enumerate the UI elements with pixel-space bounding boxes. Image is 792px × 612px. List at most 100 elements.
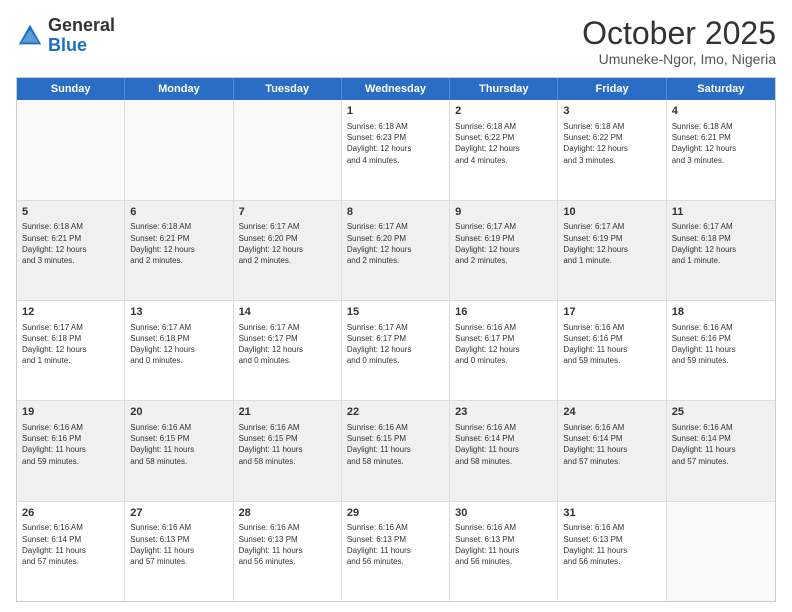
cell-text: Sunrise: 6:16 AM Sunset: 6:17 PM Dayligh… <box>455 322 552 367</box>
day-number: 4 <box>672 104 770 119</box>
cal-cell: 12Sunrise: 6:17 AM Sunset: 6:18 PM Dayli… <box>17 301 125 400</box>
cell-text: Sunrise: 6:16 AM Sunset: 6:13 PM Dayligh… <box>130 522 227 567</box>
calendar-week-4: 19 Sunrise: 6:16 AM Sunset: 6:16 PM Dayli… <box>17 401 775 501</box>
cell-text: Sunrise: 6:16 AM Sunset: 6:16 PM Dayligh… <box>672 322 770 367</box>
page: General Blue October 2025 Umuneke-Ngor, … <box>0 0 792 612</box>
day-number: 9 <box>455 205 552 220</box>
cal-cell: 6Sunrise: 6:18 AM Sunset: 6:21 PM Daylig… <box>125 201 233 300</box>
calendar: SundayMondayTuesdayWednesdayThursdayFrid… <box>16 77 776 602</box>
day-number: 6 <box>130 205 227 220</box>
day-number: 16 <box>455 305 552 320</box>
cell-text: Sunrise: 6:16 AM Sunset: 6:16 PM Dayligh… <box>22 422 119 467</box>
day-number: 3 <box>563 104 660 119</box>
cal-cell: 27Sunrise: 6:16 AM Sunset: 6:13 PM Dayli… <box>125 502 233 601</box>
cell-text: Sunrise: 6:16 AM Sunset: 6:15 PM Dayligh… <box>239 422 336 467</box>
cal-header-sunday: Sunday <box>17 78 125 100</box>
cal-cell: 19 Sunrise: 6:16 AM Sunset: 6:16 PM Dayli… <box>17 401 125 500</box>
cell-text: Sunrise: 6:17 AM Sunset: 6:20 PM Dayligh… <box>239 221 336 266</box>
cal-cell: 4Sunrise: 6:18 AM Sunset: 6:21 PM Daylig… <box>667 100 775 199</box>
cal-cell: 13Sunrise: 6:17 AM Sunset: 6:18 PM Dayli… <box>125 301 233 400</box>
day-number: 1 <box>347 104 444 119</box>
cal-header-thursday: Thursday <box>450 78 558 100</box>
calendar-header-row: SundayMondayTuesdayWednesdayThursdayFrid… <box>17 78 775 100</box>
cell-text: Sunrise: 6:17 AM Sunset: 6:17 PM Dayligh… <box>239 322 336 367</box>
day-number: 31 <box>563 506 660 521</box>
day-number: 18 <box>672 305 770 320</box>
cell-text: Sunrise: 6:16 AM Sunset: 6:14 PM Dayligh… <box>672 422 770 467</box>
day-number: 11 <box>672 205 770 220</box>
cal-cell: 28Sunrise: 6:16 AM Sunset: 6:13 PM Dayli… <box>234 502 342 601</box>
cell-text: Sunrise: 6:17 AM Sunset: 6:19 PM Dayligh… <box>563 221 660 266</box>
cal-cell: 10Sunrise: 6:17 AM Sunset: 6:19 PM Dayli… <box>558 201 666 300</box>
cell-text: Sunrise: 6:18 AM Sunset: 6:21 PM Dayligh… <box>130 221 227 266</box>
cell-text: Sunrise: 6:16 AM Sunset: 6:14 PM Dayligh… <box>455 422 552 467</box>
cal-cell: 17 Sunrise: 6:16 AM Sunset: 6:16 PM Dayli… <box>558 301 666 400</box>
cal-cell: 31Sunrise: 6:16 AM Sunset: 6:13 PM Dayli… <box>558 502 666 601</box>
cal-cell: 7Sunrise: 6:17 AM Sunset: 6:20 PM Daylig… <box>234 201 342 300</box>
cal-cell: 22 Sunrise: 6:16 AM Sunset: 6:15 PM Dayli… <box>342 401 450 500</box>
cal-cell: 25 Sunrise: 6:16 AM Sunset: 6:14 PM Dayli… <box>667 401 775 500</box>
cal-cell: 24Sunrise: 6:16 AM Sunset: 6:14 PM Dayli… <box>558 401 666 500</box>
day-number: 22 <box>347 405 444 420</box>
day-number: 7 <box>239 205 336 220</box>
cell-text: Sunrise: 6:17 AM Sunset: 6:18 PM Dayligh… <box>672 221 770 266</box>
day-number: 19 <box>22 405 119 420</box>
calendar-week-1: 1Sunrise: 6:18 AM Sunset: 6:23 PM Daylig… <box>17 100 775 200</box>
day-number: 28 <box>239 506 336 521</box>
cell-text: Sunrise: 6:16 AM Sunset: 6:13 PM Dayligh… <box>347 522 444 567</box>
cal-cell <box>667 502 775 601</box>
logo: General Blue <box>16 16 115 56</box>
cell-text: Sunrise: 6:17 AM Sunset: 6:19 PM Dayligh… <box>455 221 552 266</box>
cal-cell: 18 Sunrise: 6:16 AM Sunset: 6:16 PM Dayli… <box>667 301 775 400</box>
day-number: 23 <box>455 405 552 420</box>
cal-cell: 23 Sunrise: 6:16 AM Sunset: 6:14 PM Dayli… <box>450 401 558 500</box>
cell-text: Sunrise: 6:16 AM Sunset: 6:16 PM Dayligh… <box>563 322 660 367</box>
cell-text: Sunrise: 6:18 AM Sunset: 6:22 PM Dayligh… <box>455 121 552 166</box>
cell-text: Sunrise: 6:16 AM Sunset: 6:14 PM Dayligh… <box>563 422 660 467</box>
day-number: 21 <box>239 405 336 420</box>
header: General Blue October 2025 Umuneke-Ngor, … <box>16 16 776 67</box>
cal-cell: 5Sunrise: 6:18 AM Sunset: 6:21 PM Daylig… <box>17 201 125 300</box>
cal-cell: 8Sunrise: 6:17 AM Sunset: 6:20 PM Daylig… <box>342 201 450 300</box>
cell-text: Sunrise: 6:18 AM Sunset: 6:21 PM Dayligh… <box>22 221 119 266</box>
calendar-week-3: 12Sunrise: 6:17 AM Sunset: 6:18 PM Dayli… <box>17 301 775 401</box>
cell-text: Sunrise: 6:17 AM Sunset: 6:18 PM Dayligh… <box>130 322 227 367</box>
day-number: 27 <box>130 506 227 521</box>
calendar-week-5: 26Sunrise: 6:16 AM Sunset: 6:14 PM Dayli… <box>17 502 775 601</box>
day-number: 5 <box>22 205 119 220</box>
cal-cell: 14 Sunrise: 6:17 AM Sunset: 6:17 PM Dayli… <box>234 301 342 400</box>
day-number: 25 <box>672 405 770 420</box>
day-number: 15 <box>347 305 444 320</box>
cell-text: Sunrise: 6:17 AM Sunset: 6:17 PM Dayligh… <box>347 322 444 367</box>
cal-header-wednesday: Wednesday <box>342 78 450 100</box>
day-number: 29 <box>347 506 444 521</box>
cal-cell <box>234 100 342 199</box>
cal-cell: 9Sunrise: 6:17 AM Sunset: 6:19 PM Daylig… <box>450 201 558 300</box>
cal-cell: 30Sunrise: 6:16 AM Sunset: 6:13 PM Dayli… <box>450 502 558 601</box>
cal-cell: 16 Sunrise: 6:16 AM Sunset: 6:17 PM Dayli… <box>450 301 558 400</box>
cal-cell: 20Sunrise: 6:16 AM Sunset: 6:15 PM Dayli… <box>125 401 233 500</box>
day-number: 14 <box>239 305 336 320</box>
calendar-body: 1Sunrise: 6:18 AM Sunset: 6:23 PM Daylig… <box>17 100 775 601</box>
cal-cell: 3 Sunrise: 6:18 AM Sunset: 6:22 PM Daylig… <box>558 100 666 199</box>
cell-text: Sunrise: 6:16 AM Sunset: 6:15 PM Dayligh… <box>347 422 444 467</box>
cell-text: Sunrise: 6:16 AM Sunset: 6:15 PM Dayligh… <box>130 422 227 467</box>
day-number: 10 <box>563 205 660 220</box>
cal-header-friday: Friday <box>558 78 666 100</box>
logo-general-text: General <box>48 15 115 35</box>
day-number: 26 <box>22 506 119 521</box>
logo-icon <box>16 22 44 50</box>
cal-cell <box>125 100 233 199</box>
calendar-week-2: 5Sunrise: 6:18 AM Sunset: 6:21 PM Daylig… <box>17 201 775 301</box>
cal-cell: 11Sunrise: 6:17 AM Sunset: 6:18 PM Dayli… <box>667 201 775 300</box>
logo-blue-text: Blue <box>48 35 87 55</box>
day-number: 17 <box>563 305 660 320</box>
calendar-title: October 2025 <box>582 16 776 51</box>
cell-text: Sunrise: 6:16 AM Sunset: 6:13 PM Dayligh… <box>563 522 660 567</box>
cell-text: Sunrise: 6:17 AM Sunset: 6:20 PM Dayligh… <box>347 221 444 266</box>
calendar-subtitle: Umuneke-Ngor, Imo, Nigeria <box>582 51 776 67</box>
day-number: 8 <box>347 205 444 220</box>
cell-text: Sunrise: 6:18 AM Sunset: 6:22 PM Dayligh… <box>563 121 660 166</box>
cal-cell: 29Sunrise: 6:16 AM Sunset: 6:13 PM Dayli… <box>342 502 450 601</box>
cal-cell: 21 Sunrise: 6:16 AM Sunset: 6:15 PM Dayli… <box>234 401 342 500</box>
